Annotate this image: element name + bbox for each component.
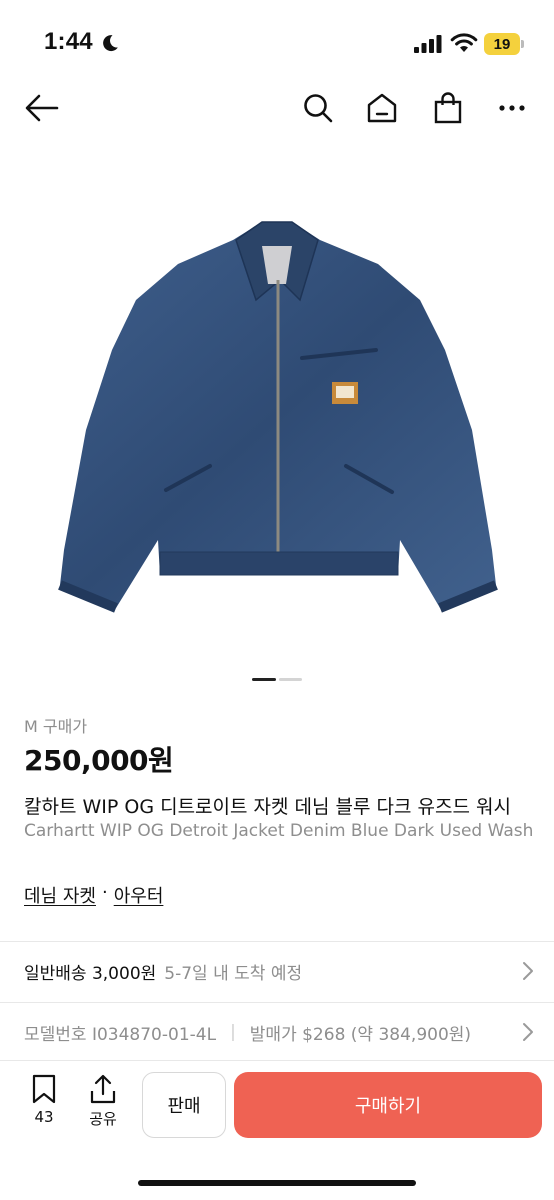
image-indicator-active — [252, 678, 276, 681]
share-button[interactable]: 공유 — [82, 1074, 124, 1129]
arrow-left-icon — [25, 94, 59, 122]
moon-icon — [103, 35, 118, 52]
status-time: 1:44 — [44, 28, 93, 55]
battery-level: 19 — [484, 33, 520, 55]
buy-button[interactable]: 구매하기 — [234, 1072, 542, 1138]
product-title-en: Carhartt WIP OG Detroit Jacket Denim Blu… — [24, 821, 534, 841]
shipping-eta: 5-7일 내 도착 예정 — [164, 963, 303, 984]
bookmark-icon — [32, 1074, 56, 1104]
product-image[interactable] — [0, 180, 554, 650]
price-label: 구매가 — [42, 717, 88, 736]
price: 250,000원 — [24, 744, 174, 777]
share-icon — [90, 1074, 116, 1104]
home-indicator — [138, 1180, 416, 1186]
category-separator: · — [101, 882, 108, 903]
search-icon — [304, 94, 333, 123]
shipping-label: 일반배송 3,000원 — [24, 963, 157, 984]
model-info-row[interactable]: 모델번호 I034870-01-4L | 발매가 $268 (약 384,900… — [24, 1004, 534, 1060]
product-title-ko: 칼하트 WIP OG 디트로이트 자켓 데님 블루 다크 유즈드 워시 — [24, 796, 511, 818]
shopping-bag-icon — [434, 92, 462, 124]
battery-indicator: 19 — [484, 33, 524, 55]
denim-jacket-image — [58, 221, 498, 613]
share-label: 공유 — [89, 1110, 117, 1128]
more-button[interactable] — [492, 88, 532, 128]
bookmark-count: 43 — [34, 1108, 54, 1126]
sell-button[interactable]: 판매 — [142, 1072, 226, 1138]
category-link-outer[interactable]: 아우터 — [114, 882, 164, 908]
shopping-bag-button[interactable] — [428, 88, 468, 128]
back-button[interactable] — [22, 88, 62, 128]
chevron-right-icon — [523, 962, 533, 980]
model-separator: | — [230, 1022, 236, 1042]
top-nav — [0, 84, 554, 134]
status-bar: 1:44 19 — [0, 0, 554, 84]
signal-icon — [414, 35, 442, 53]
model-number: 모델번호 I034870-01-4L — [24, 1024, 217, 1045]
bottom-action-bar: 43 공유 판매 구매하기 — [0, 1062, 554, 1200]
size-price-label: M 구매가 — [24, 713, 87, 737]
bookmark-button[interactable]: 43 — [24, 1074, 64, 1126]
chevron-right-icon — [523, 1023, 533, 1041]
image-indicator-inactive — [279, 678, 302, 681]
shipping-row[interactable]: 일반배송 3,000원 5-7일 내 도착 예정 — [24, 943, 534, 999]
wifi-icon — [450, 33, 478, 52]
divider — [0, 1060, 554, 1061]
search-button[interactable] — [298, 88, 338, 128]
divider — [0, 941, 554, 942]
divider — [0, 1002, 554, 1003]
release-price: 발매가 $268 (약 384,900원) — [249, 1024, 472, 1045]
size-value: M — [24, 717, 38, 736]
home-button[interactable] — [362, 88, 402, 128]
more-horizontal-icon — [499, 105, 525, 111]
category-breadcrumb: 데님 자켓 · 아우터 — [24, 882, 163, 908]
category-link-denim-jacket[interactable]: 데님 자켓 — [24, 882, 96, 908]
battery-cap — [521, 40, 524, 48]
home-icon — [367, 93, 397, 123]
